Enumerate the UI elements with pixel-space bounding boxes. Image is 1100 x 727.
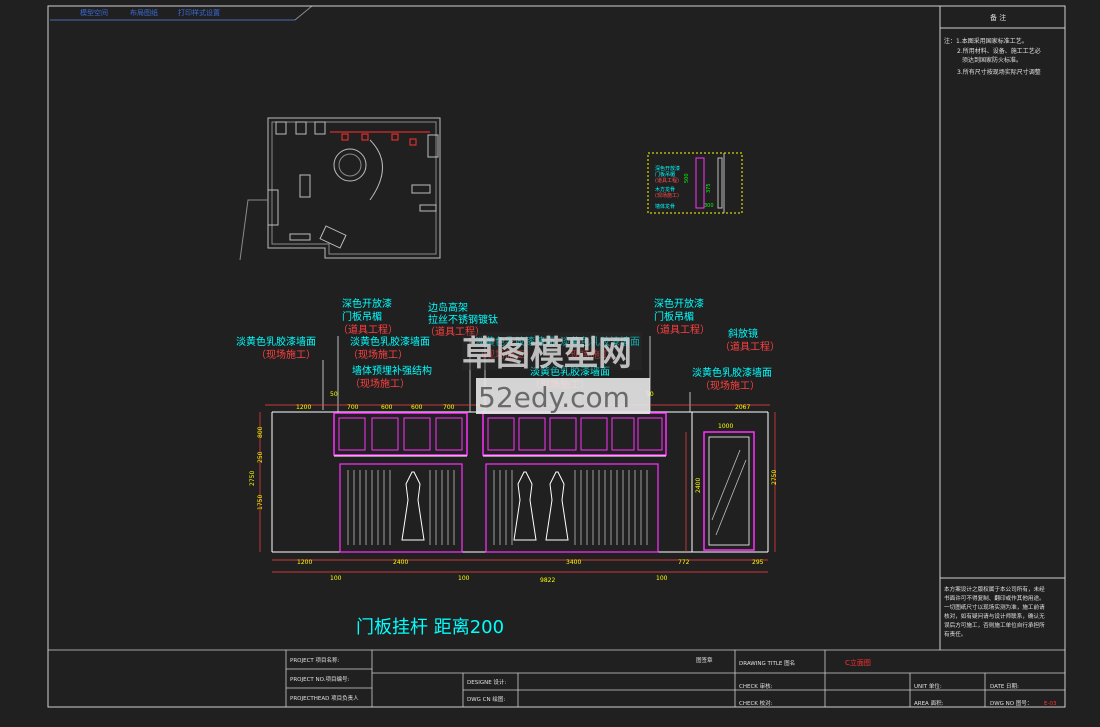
disclaimer-2: 书面许可不得复制、翻印或作其他用途。 [944, 594, 1045, 602]
elevation-drawing: 模型空间 布局图纸 打印样式设置 备 注 注：1.本图采用国家标准工艺。 2.所… [47, 5, 1066, 708]
label-3c: （道具工程） [650, 323, 710, 336]
label-10b: （现场施工） [700, 379, 760, 392]
tb-dwg-cn: DWG CN 绘图: [467, 695, 505, 703]
elevation [271, 411, 769, 553]
dim-bot2-4: 100 [656, 575, 668, 582]
dim-top-3: 700 [347, 404, 359, 411]
tb-dwg-no-val: E-03 [1044, 701, 1057, 707]
label-4b: （现场施工） [256, 348, 316, 361]
detail-label-2: 门板吊楣 [655, 171, 675, 178]
dim-bot-5: 295 [752, 559, 764, 566]
cad-drawing-sheet: 模型空间 布局图纸 打印样式设置 备 注 注：1.本图采用国家标准工艺。 2.所… [0, 0, 1100, 727]
tb-drawing-title: DRAWING TITLE 图名 [739, 659, 795, 667]
dim-top-6: 700 [443, 404, 455, 411]
detail-section: 深色开放漆 门板吊楣 (道具工程) 木方龙骨 (现场施工) 墙体龙骨 500 3… [647, 152, 743, 214]
dim-left-3: 2750 [249, 471, 256, 486]
tb-check-2: CHECK 校对: [739, 699, 773, 707]
label-1b: 门板吊楣 [342, 310, 382, 323]
dim-left-4: 1750 [257, 495, 264, 510]
watermark-line-2: 52edy.com [478, 381, 630, 414]
dim-bot-1: 1200 [297, 559, 312, 566]
tb-dwg-no: DWG NO 图号： [990, 699, 1032, 707]
header-tab-2[interactable]: 布局图纸 [130, 8, 158, 17]
dim-top-1: 1200 [296, 404, 311, 411]
detail-label-3: (道具工程) [655, 177, 679, 184]
header-tab-1[interactable]: 模型空间 [80, 8, 108, 17]
notes-line-2: 2.所用材料、设备、施工工艺必 [957, 47, 1041, 55]
dim-right-2: 2750 [771, 470, 778, 485]
tb-stamp: 图签章 [696, 656, 713, 664]
label-2b: 拉丝不锈钢镀钛 [428, 313, 498, 326]
disclaimer-3: 一切图纸尺寸以现场实测为准，施工前请 [944, 603, 1045, 611]
label-3a: 深色开放漆 [654, 297, 704, 310]
title-block-text: PROJECT 项目名称: PROJECT NO.项目编号: PROJECTHE… [290, 656, 1057, 707]
tb-project-no: PROJECT NO.项目编号: [290, 675, 349, 683]
watermark-line-1: 草图模型网 [462, 334, 632, 374]
notes-panel: 备 注 注：1.本图采用国家标准工艺。 2.所用材料、设备、施工工艺必 须达到国… [940, 13, 1065, 638]
dim-bot-2: 2400 [393, 559, 408, 566]
floor-plan [239, 117, 441, 261]
label-5a: 淡黄色乳胶漆墙面 [350, 335, 430, 348]
label-6a: 墙体预埋补强结构 [352, 364, 432, 377]
disclaimer-4: 核对，如有疑问请与设计师联系，确认无 [944, 612, 1045, 620]
dim-bot2-2: 100 [458, 575, 470, 582]
tb-unit: UNIT 单位: [914, 682, 942, 690]
detail-label-4: 木方龙骨 [655, 186, 675, 193]
dim-top-4: 600 [381, 404, 393, 411]
tb-check-1: CHECK 审核: [739, 682, 773, 690]
header-bar: 模型空间 布局图纸 打印样式设置 [50, 5, 313, 21]
detail-dim-1: 500 [684, 173, 690, 183]
dim-bot2-3: 9822 [540, 577, 555, 584]
tb-date: DATE 日期: [990, 683, 1019, 690]
tb-design: DESIGNE 设计: [467, 678, 506, 686]
tb-project-head: PROJECTHEAD 项目负责人 [290, 694, 359, 702]
dim-bot-3: 3400 [566, 559, 581, 566]
watermark: 草图模型网 52edy.com [462, 332, 650, 414]
detail-dim-2: 375 [706, 183, 712, 193]
detail-label-6: 墙体龙骨 [655, 203, 675, 210]
label-5b: （现场施工） [348, 348, 408, 361]
disclaimer-6: 有责任。 [944, 630, 966, 638]
detail-dim-3: 300 [704, 203, 714, 209]
label-4a: 淡黄色乳胶漆墙面 [236, 335, 316, 348]
label-2a: 边岛高架 [428, 301, 468, 314]
dim-right-1: 2400 [695, 478, 702, 493]
drawing-caption: 门板挂杆 距离200 [356, 617, 504, 638]
label-9a: 斜放镜 [728, 327, 758, 340]
dim-top-5: 600 [411, 404, 423, 411]
detail-label-1: 深色开放漆 [655, 165, 680, 172]
title-block [48, 649, 1065, 707]
label-6b: （现场施工） [350, 377, 410, 390]
notes-line-3: 须达到国家防火标准。 [962, 56, 1022, 64]
tb-drawing-name: C立面图 [845, 658, 871, 667]
dim-bot-4: 772 [678, 559, 690, 566]
tb-project: PROJECT 项目名称: [290, 656, 340, 664]
dim-door-w: 1000 [718, 423, 733, 430]
dim-left-1: 800 [257, 426, 264, 438]
disclaimer-5: 误后方可施工，否则施工单位自行承担所 [944, 621, 1045, 629]
label-1c: （道具工程） [338, 323, 398, 336]
notes-line-1: 注：1.本图采用国家标准工艺。 [944, 37, 1028, 45]
dim-top-8: 2067 [735, 404, 750, 411]
dim-top-2: 50 [330, 391, 338, 398]
notes-line-4: 3.所有尺寸按现场实际尺寸调整 [957, 68, 1041, 76]
dim-left-2: 250 [257, 451, 264, 463]
notes-title: 备 注 [990, 13, 1006, 22]
label-3b: 门板吊楣 [654, 310, 694, 323]
detail-label-5: (现场施工) [655, 192, 679, 199]
disclaimer-1: 本方案设计之版权属于本公司所有，未经 [944, 585, 1045, 593]
header-tab-3[interactable]: 打印样式设置 [178, 8, 220, 17]
label-9b: （道具工程） [720, 340, 780, 353]
tb-area: AREA 面积: [914, 700, 944, 707]
label-10a: 淡黄色乳胶漆墙面 [692, 366, 772, 379]
label-1a: 深色开放漆 [342, 297, 392, 310]
dim-bot2-1: 100 [330, 575, 342, 582]
